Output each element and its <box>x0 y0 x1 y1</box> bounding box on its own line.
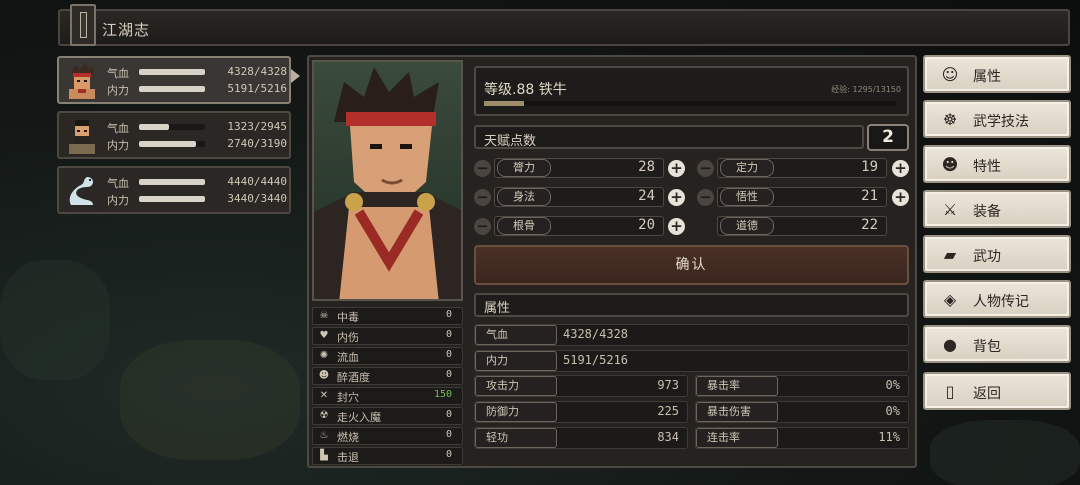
mp-value: 2740/3190 <box>227 137 287 150</box>
exp-text: 经验: 1295/13150 <box>831 85 901 94</box>
mp-label: 内力 <box>107 194 129 207</box>
status-qi-deviation: ☢ 走火入魔 0 <box>312 407 463 425</box>
status-internal-injury: ♥ 内伤 0 <box>312 327 463 345</box>
door-icon: ▯ <box>945 382 955 401</box>
attr-defense: 防御力 225 <box>474 401 688 423</box>
status-knockback: ▙ 击退 0 <box>312 447 463 465</box>
mp-value: 5191/5216 <box>227 82 287 95</box>
drunk-face-icon: ☻ <box>318 370 330 381</box>
decrease-constitution-button[interactable]: − <box>474 218 491 235</box>
mp-bar <box>139 196 205 202</box>
increase-constitution-button[interactable]: + <box>668 218 685 235</box>
stat-comprehension: 悟性 21 <box>717 187 887 207</box>
increase-composure-button[interactable]: + <box>892 160 909 177</box>
menu-biography-button[interactable]: ◈ 人物传记 <box>923 280 1071 318</box>
menu-traits-button[interactable]: ☻ 特性 <box>923 145 1071 183</box>
talent-label: 天赋点数 <box>484 134 537 149</box>
level-name: 等级.88 铁牛 <box>484 82 567 98</box>
stat-composure: 定力 19 <box>717 158 887 178</box>
selected-arrow-icon <box>291 69 300 83</box>
attr-combo-rate: 连击率 11% <box>695 427 909 449</box>
status-burning: ♨ 燃烧 0 <box>312 427 463 445</box>
attr-lightness: 轻功 834 <box>474 427 688 449</box>
skull-icon: ☠ <box>319 310 329 321</box>
character-portrait <box>312 60 463 301</box>
talent-points-value: 2 <box>867 124 909 151</box>
retreat-icon: ▙ <box>320 450 328 461</box>
menu-attributes-button[interactable]: ☺ 属性 <box>923 55 1071 93</box>
sword-icon: ⚔ <box>942 200 958 219</box>
party-member-2[interactable]: 气血 4440/4440 内力 3440/3440 <box>57 166 291 214</box>
attributes-header: 属性 <box>474 293 909 317</box>
attr-hp: 气血 4328/4328 <box>474 324 909 346</box>
hp-label: 气血 <box>107 177 129 190</box>
mp-label: 内力 <box>107 84 129 97</box>
hp-bar <box>139 124 205 130</box>
white-snake-avatar <box>63 171 101 209</box>
decrease-agility-button[interactable]: − <box>474 189 491 206</box>
map-terrain <box>0 260 110 380</box>
tieniu-portrait-art <box>314 67 461 299</box>
blood-drop-icon: ✺ <box>319 350 329 361</box>
hp-value: 4440/4440 <box>227 175 287 188</box>
status-bleeding: ✺ 流血 0 <box>312 347 463 365</box>
attr-attack: 攻击力 973 <box>474 375 688 397</box>
stat-agility: 身法 24 <box>494 187 664 207</box>
window-title: 江湖志 <box>102 21 151 39</box>
attr-crit-rate: 暴击率 0% <box>695 375 909 397</box>
decrease-comprehension-button[interactable]: − <box>697 189 714 206</box>
hp-value: 1323/2945 <box>227 120 287 133</box>
traits-icon: ☻ <box>941 155 959 174</box>
martial-skills-icon: ☸ <box>942 110 958 129</box>
broken-heart-icon: ♥ <box>319 330 329 341</box>
increase-agility-button[interactable]: + <box>668 189 685 206</box>
decrease-strength-button[interactable]: − <box>474 160 491 177</box>
menu-back-button[interactable]: ▯ 返回 <box>923 372 1071 410</box>
menu-martial-skills-button[interactable]: ☸ 武学技法 <box>923 100 1071 138</box>
mp-value: 3440/3440 <box>227 192 287 205</box>
increase-strength-button[interactable]: + <box>668 160 685 177</box>
mp-bar <box>139 141 205 147</box>
hp-bar <box>139 179 205 185</box>
mp-bar <box>139 86 205 92</box>
status-sealed-acupoint: ✕ 封穴 150 <box>312 387 463 405</box>
menu-bag-button[interactable]: ● 背包 <box>923 325 1071 363</box>
map-terrain <box>120 340 300 460</box>
hp-value: 4328/4328 <box>227 65 287 78</box>
acupoint-icon: ✕ <box>319 390 329 401</box>
flame-icon: ♨ <box>319 430 329 441</box>
martial-book-icon: ▰ <box>943 245 957 264</box>
party-member-1[interactable]: 气血 1323/2945 内力 2740/3190 <box>57 111 291 159</box>
increase-comprehension-button[interactable]: + <box>892 189 909 206</box>
decrease-composure-button[interactable]: − <box>697 160 714 177</box>
title-bar <box>58 9 1070 46</box>
confirm-button[interactable]: 确认 <box>474 245 909 285</box>
status-drunk: ☻ 醉酒度 0 <box>312 367 463 385</box>
hp-label: 气血 <box>107 122 129 135</box>
exp-bar <box>484 101 896 106</box>
menu-martial-arts-button[interactable]: ▰ 武功 <box>923 235 1071 273</box>
demon-icon: ☢ <box>319 410 329 421</box>
stat-strength: 膂力 28 <box>494 158 664 178</box>
journal-book-icon <box>70 4 96 46</box>
mp-label: 内力 <box>107 139 129 152</box>
character-icon: ☺ <box>941 65 959 84</box>
map-terrain <box>930 420 1080 485</box>
party-member-0[interactable]: 气血 4328/4328 内力 5191/5216 <box>57 56 291 104</box>
bearded-companion-avatar <box>63 116 101 154</box>
attr-mp: 内力 5191/5216 <box>474 350 909 372</box>
tieniu-avatar <box>63 61 101 99</box>
menu-equipment-button[interactable]: ⚔ 装备 <box>923 190 1071 228</box>
attr-crit-damage: 暴击伤害 0% <box>695 401 909 423</box>
hp-bar <box>139 69 205 75</box>
level-box: 等级.88 铁牛 经验: 1295/13150 <box>474 66 909 116</box>
status-poison: ☠ 中毒 0 <box>312 307 463 325</box>
stat-constitution: 根骨 20 <box>494 216 664 236</box>
scroll-icon: ◈ <box>943 290 957 309</box>
talent-points-bar: 天赋点数 <box>474 125 864 149</box>
hp-label: 气血 <box>107 67 129 80</box>
stat-morality: 道德 22 <box>717 216 887 236</box>
bag-icon: ● <box>943 335 957 354</box>
